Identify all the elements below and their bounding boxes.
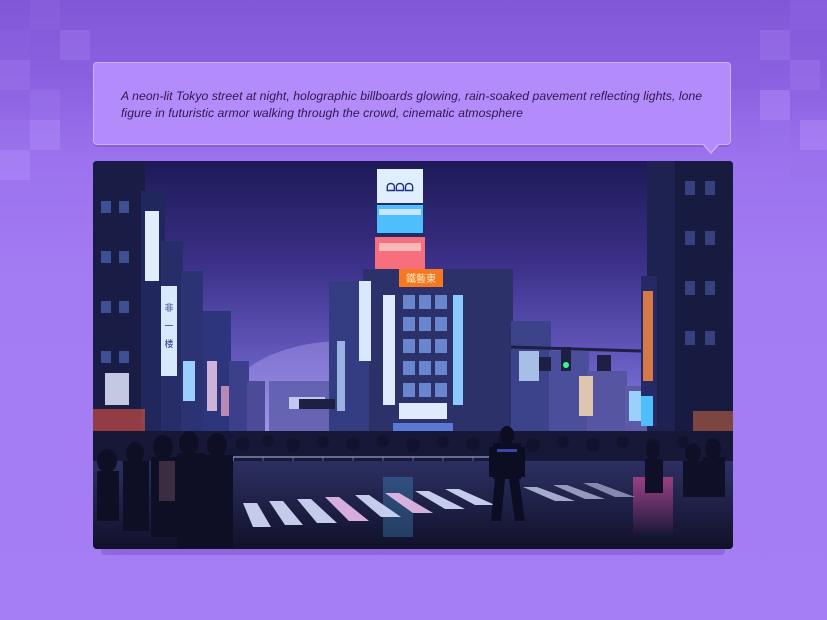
generated-image: 非 一 楼 ᗝᗝᗝ 鐵藝東 <box>93 161 733 549</box>
prompt-text: A neon-lit Tokyo street at night, hologr… <box>121 89 703 120</box>
prompt-bubble: A neon-lit Tokyo street at night, hologr… <box>93 62 731 154</box>
speech-tail-icon <box>704 144 718 152</box>
neon-city-scene: 非 一 楼 ᗝᗝᗝ 鐵藝東 <box>93 161 733 549</box>
